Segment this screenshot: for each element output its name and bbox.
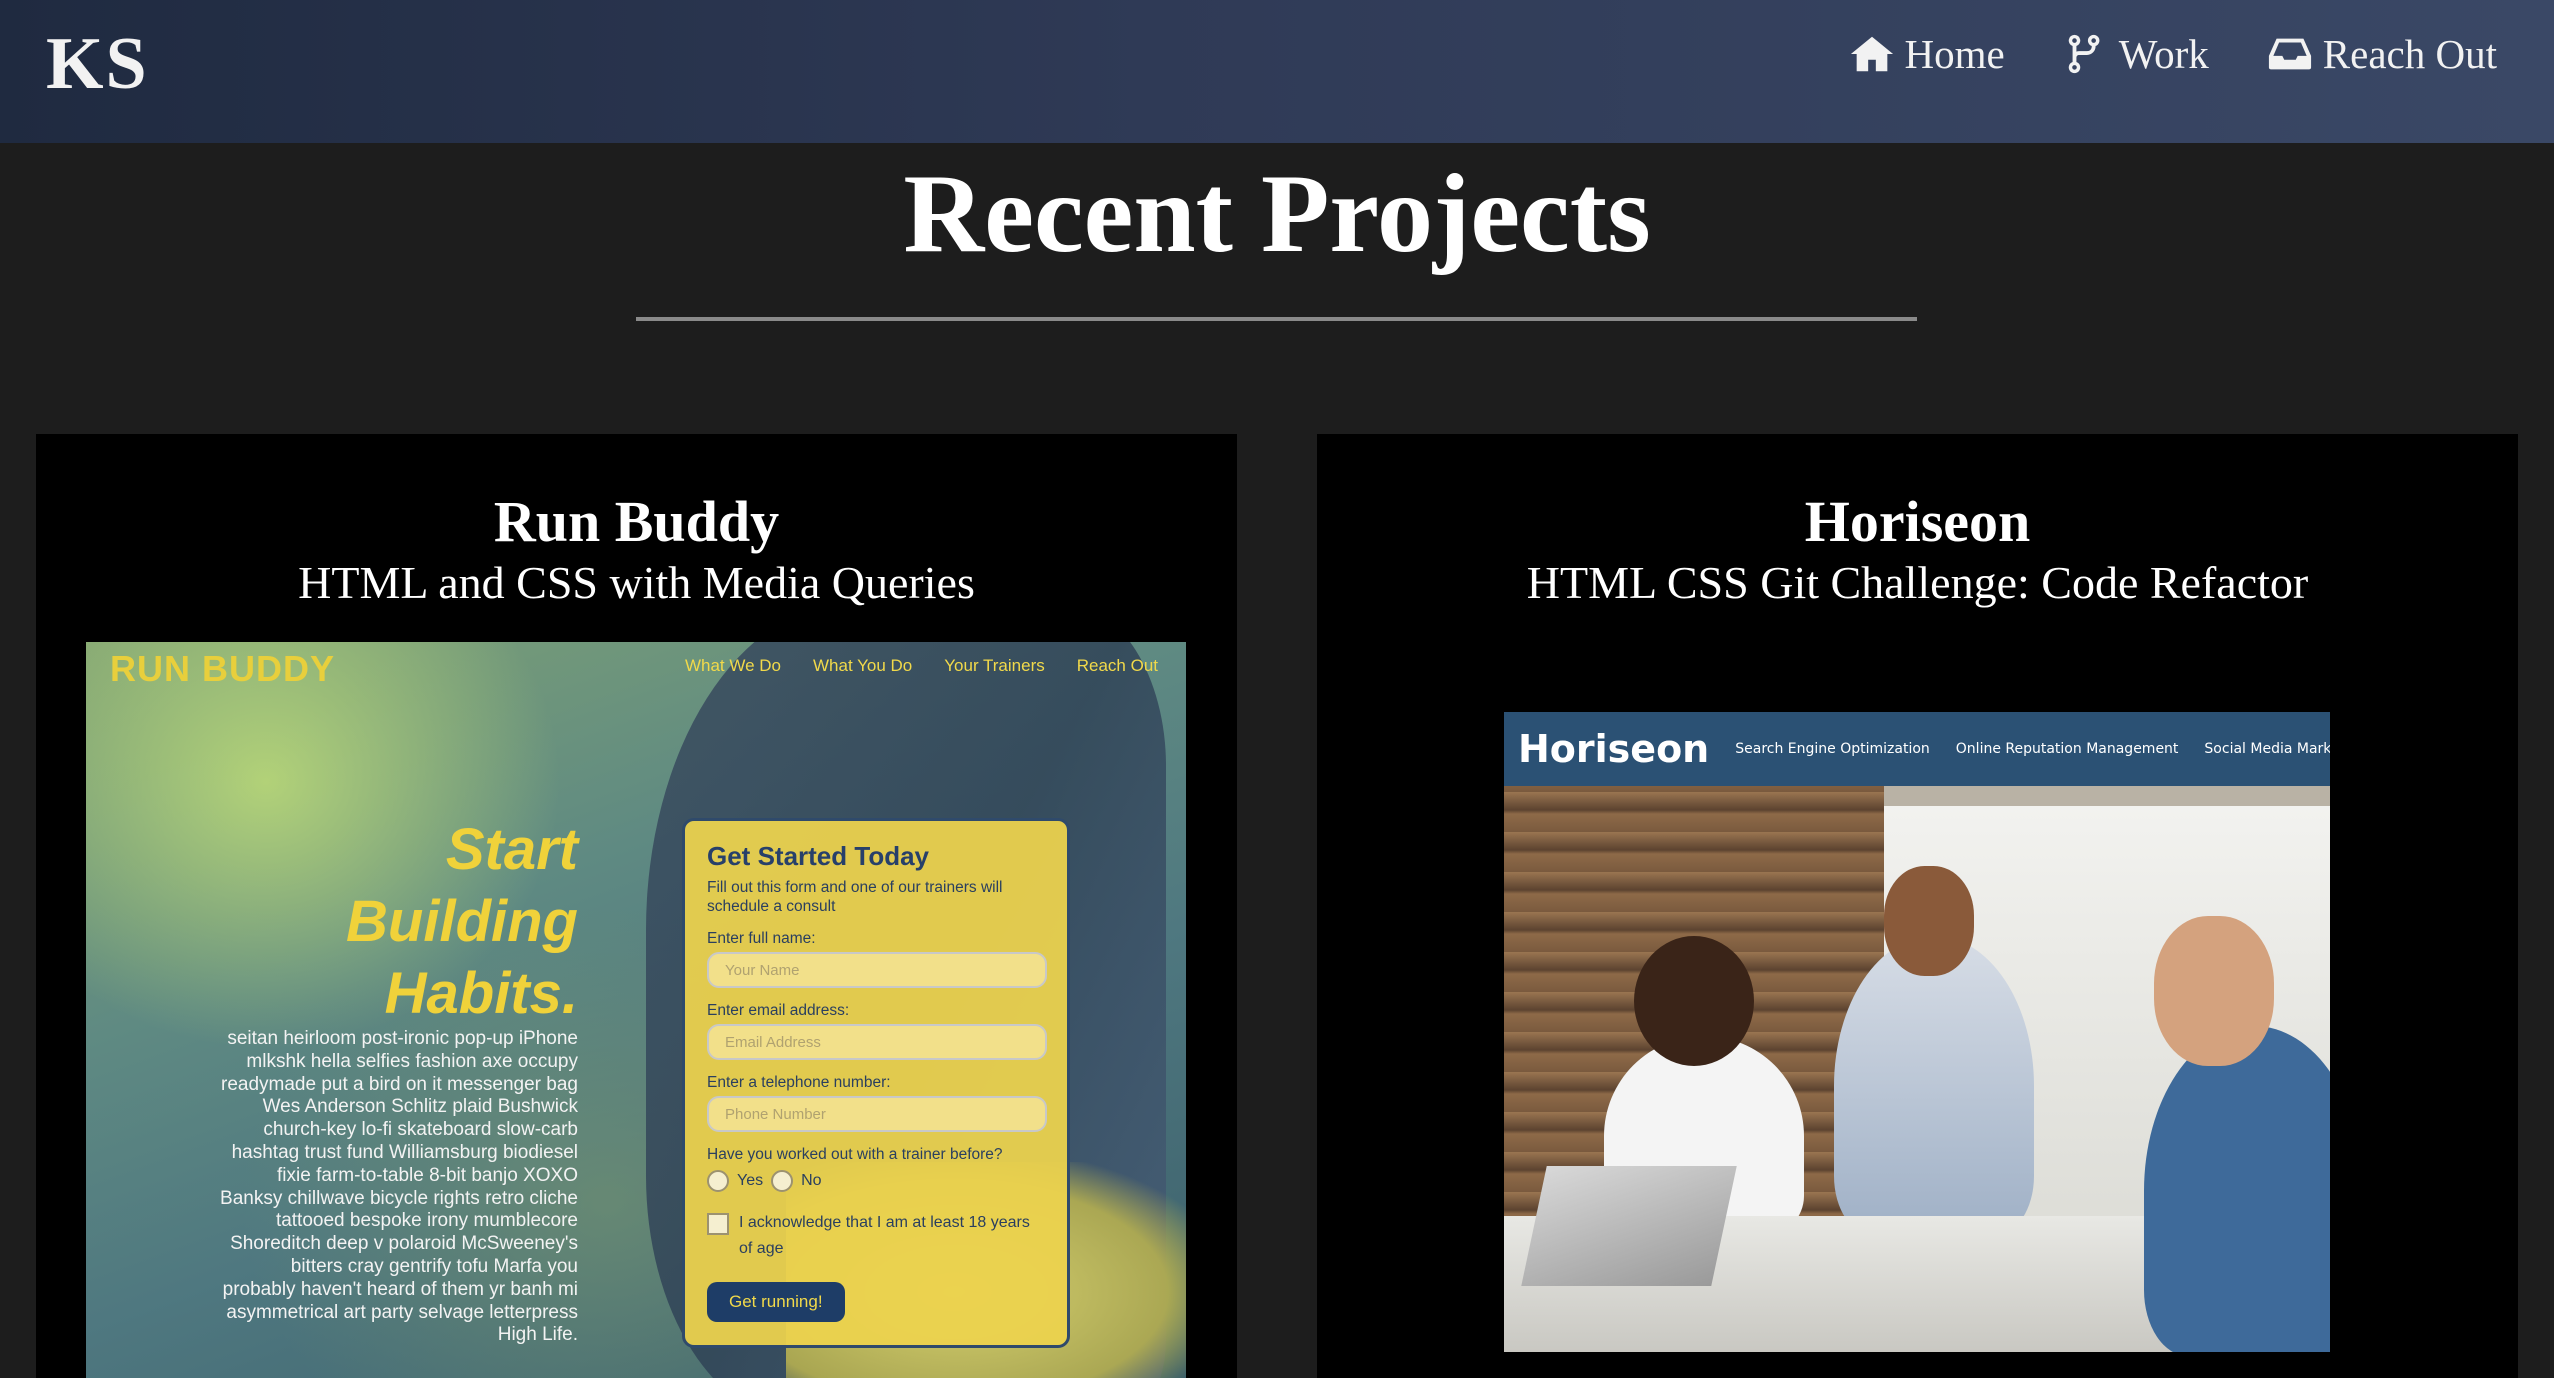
preview-nav-item: Online Reputation Management [1955,741,2179,757]
no-radio [771,1170,794,1192]
preview-nav-item: Social Media Marketing [2204,741,2330,757]
person-right-head [2154,916,2274,1066]
title-divider [636,317,1917,321]
nav-reach-out-link[interactable]: Reach Out [2267,30,2497,78]
code-branch-icon [2068,34,2100,74]
form-description: Fill out this form and one of our traine… [707,879,1003,915]
no-label: No [801,1172,822,1189]
site-header: KS Home Work Reach Out [0,0,2554,143]
horiseon-screenshot[interactable]: Horiseon Search Engine Optimization Onli… [1504,712,2330,1352]
project-subtitle: HTML CSS Git Challenge: Code Refactor [1526,557,2309,608]
name-field: Your Name [707,952,1047,988]
project-title[interactable]: Horiseon [1317,488,2518,555]
person-seated-head [1634,936,1754,1066]
run-buddy-screenshot[interactable]: RUN BUDDY What We Do What You Do Your Tr… [86,642,1186,1378]
yes-radio [707,1170,729,1192]
project-card-horiseon[interactable]: Horiseon HTML CSS Git Challenge: Code Re… [1317,434,2518,1378]
site-logo[interactable]: KS [46,22,149,107]
trainer-radio-group: Yes No [707,1170,1045,1192]
preview-header-bar: Horiseon Search Engine Optimization Onli… [1504,712,2330,786]
preview-logo: RUN BUDDY [110,648,335,689]
hero-line: Start [445,817,578,882]
laptop [1521,1166,1737,1286]
preview-hero-text: seitan heirloom post-ironic pop-up iPhon… [220,1028,578,1346]
preview-logo: Horiseon [1518,727,1710,771]
main-nav: Home Work Reach Out [1849,30,2497,78]
name-label: Enter full name: [707,930,816,947]
preview-nav-item: Search Engine Optimization [1735,741,1930,757]
page-title: Recent Projects [903,152,1651,276]
preview-nav-item: Your Trainers [944,656,1045,675]
inbox-icon [2268,38,2311,70]
hero-line: Habits. [384,961,578,1026]
email-field: Email Address [707,1024,1047,1060]
preview-nav-item: What You Do [813,656,913,675]
preview-nav-item: What We Do [684,656,781,675]
email-label: Enter email address: [707,1002,850,1019]
nav-reach-out-label: Reach Out [2322,31,2497,77]
phone-label: Enter a telephone number: [707,1074,891,1091]
preview-nav-item: Reach Out [1076,656,1158,675]
nav-home-label: Home [1904,31,2005,77]
hero-line: Building [346,889,578,954]
age-checkbox-row: I acknowledge that I am at least 18 year… [707,1210,1045,1262]
home-icon [1850,36,1893,72]
get-running-button: Get running! [707,1282,845,1322]
nav-work-label: Work [2118,31,2209,77]
nav-home-link[interactable]: Home [1849,30,2005,78]
age-label: I acknowledge that I am at least 18 year… [739,1214,1030,1257]
preview-nav: What We Do What You Do Your Trainers Rea… [685,656,1158,676]
person-standing [1834,936,2034,1236]
trainer-question: Have you worked out with a trainer befor… [707,1146,1003,1163]
nav-work-link[interactable]: Work [2063,30,2209,78]
phone-field: Phone Number [707,1096,1047,1132]
yes-label: Yes [737,1172,764,1189]
form-title: Get Started Today [707,841,930,871]
project-card-run-buddy[interactable]: Run Buddy HTML and CSS with Media Querie… [36,434,1237,1378]
project-title[interactable]: Run Buddy [36,488,1237,555]
team-meeting-photo [1504,786,2330,1352]
project-subtitle: HTML and CSS with Media Queries [298,557,975,608]
age-checkbox [707,1213,729,1235]
preview-signup-form: Get Started Today Fill out this form and… [682,818,1070,1348]
preview-hero-heading: Start Building Habits. [86,814,578,1030]
person-standing-head [1884,866,1974,976]
